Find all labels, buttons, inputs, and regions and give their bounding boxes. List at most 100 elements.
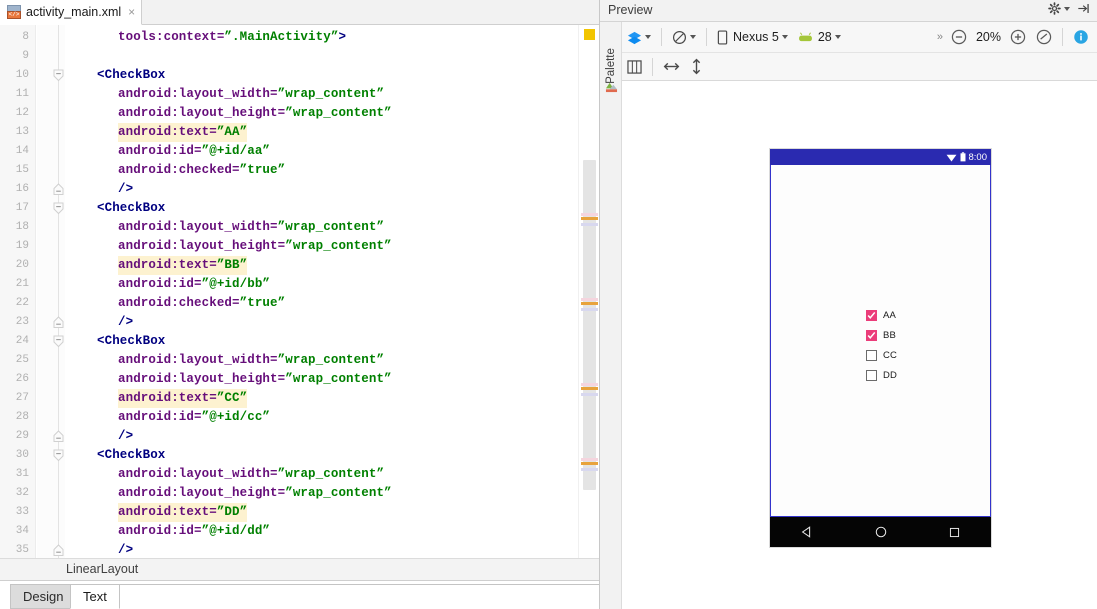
- line-number: 27: [15, 392, 29, 404]
- marker-stripe-highlight: [581, 298, 598, 301]
- code-line[interactable]: android:layout_width=”wrap_content”: [118, 85, 384, 104]
- code-line[interactable]: />: [118, 541, 133, 558]
- zoom-in-button[interactable]: [1005, 25, 1031, 49]
- tab-design[interactable]: Design: [10, 584, 77, 609]
- fit-width-icon[interactable]: [658, 55, 685, 79]
- zoom-to-fit-button[interactable]: [1031, 25, 1057, 49]
- line-number: 26: [15, 373, 29, 385]
- line-number: 15: [15, 164, 29, 176]
- code-line[interactable]: />: [118, 427, 133, 446]
- breadcrumb-bar: LinearLayout: [0, 558, 599, 581]
- chevron-down-icon: [834, 35, 841, 39]
- code-line[interactable]: android:layout_height=”wrap_content”: [118, 104, 392, 123]
- info-icon[interactable]: [1068, 25, 1097, 49]
- recents-square-icon[interactable]: [948, 526, 961, 539]
- checkbox-row[interactable]: DD: [866, 365, 897, 385]
- code-line[interactable]: tools:context=”.MainActivity”>: [118, 28, 346, 47]
- toolbar-overflow-icon[interactable]: »: [934, 31, 946, 43]
- theme-selector-button[interactable]: [622, 25, 656, 49]
- zoom-out-button[interactable]: [946, 25, 972, 49]
- preview-toolbar-secondary: [622, 53, 1097, 81]
- breadcrumb[interactable]: LinearLayout: [66, 562, 138, 576]
- checkbox-row[interactable]: BB: [866, 325, 897, 345]
- code-line[interactable]: android:id=”@+id/bb”: [118, 275, 270, 294]
- checkbox-checked-icon[interactable]: [866, 309, 877, 321]
- code-token: <CheckBox: [97, 448, 166, 462]
- checkbox-unchecked-icon[interactable]: [866, 369, 877, 381]
- fold-collapse-icon[interactable]: [51, 182, 66, 197]
- tab-text-label: Text: [83, 589, 107, 604]
- blueprint-mode-button[interactable]: [622, 55, 647, 79]
- tab-text[interactable]: Text: [70, 584, 120, 609]
- code-line[interactable]: android:text=”BB”: [118, 256, 248, 275]
- device-selector-button[interactable]: Nexus 5: [712, 25, 793, 49]
- code-line[interactable]: android:id=”@+id/dd”: [118, 522, 270, 541]
- code-line[interactable]: android:layout_width=”wrap_content”: [118, 465, 384, 484]
- collapse-panel-icon[interactable]: [1077, 2, 1091, 15]
- close-icon[interactable]: ×: [128, 6, 135, 18]
- code-line[interactable]: android:layout_width=”wrap_content”: [118, 218, 384, 237]
- checkbox-checked-icon[interactable]: [866, 329, 877, 341]
- code-line[interactable]: />: [118, 313, 133, 332]
- checkbox-unchecked-icon[interactable]: [866, 349, 877, 361]
- line-number: 13: [15, 126, 29, 138]
- code-line[interactable]: android:checked=”true”: [118, 161, 285, 180]
- code-token: <CheckBox: [97, 68, 166, 82]
- fold-expand-icon[interactable]: [51, 334, 66, 349]
- code-line[interactable]: android:id=”@+id/cc”: [118, 408, 270, 427]
- editor-tab-bar: </> activity_main.xml ×: [0, 0, 599, 25]
- code-line[interactable]: <CheckBox: [97, 66, 165, 85]
- chevron-down-icon: [690, 35, 696, 39]
- marker-stripe-warning[interactable]: [581, 217, 598, 220]
- marker-stripe-warning[interactable]: [581, 462, 598, 465]
- checkbox-row[interactable]: CC: [866, 345, 897, 365]
- back-triangle-icon[interactable]: [800, 525, 814, 539]
- fold-collapse-icon[interactable]: [51, 543, 66, 558]
- fit-height-icon[interactable]: [685, 55, 708, 79]
- code-line[interactable]: <CheckBox: [97, 199, 165, 218]
- marker-stripe-warning[interactable]: [581, 302, 598, 305]
- code-line[interactable]: android:layout_height=”wrap_content”: [118, 237, 392, 256]
- api-level-selector-button[interactable]: 28: [793, 25, 846, 49]
- code-line[interactable]: android:text=”DD”: [118, 503, 248, 522]
- line-number: 11: [15, 88, 29, 100]
- checkbox-row[interactable]: AA: [866, 305, 897, 325]
- fold-collapse-icon[interactable]: [51, 429, 66, 444]
- fold-expand-icon[interactable]: [51, 68, 66, 83]
- marker-stripe-info: [581, 468, 598, 471]
- device-preview[interactable]: 8:00 AA BB CC DD: [770, 149, 991, 547]
- gear-icon[interactable]: [1048, 2, 1070, 15]
- palette-strip[interactable]: Palette: [600, 22, 622, 609]
- code-token: ”wrap_content”: [285, 486, 392, 500]
- tab-activity-main-xml[interactable]: </> activity_main.xml ×: [0, 0, 143, 25]
- editor-marker-bar[interactable]: [578, 25, 599, 558]
- code-token: android:layout_height=: [118, 239, 286, 253]
- code-line[interactable]: android:layout_height=”wrap_content”: [118, 370, 392, 389]
- code-line[interactable]: <CheckBox: [97, 332, 165, 351]
- fold-expand-icon[interactable]: [51, 201, 66, 216]
- code-line[interactable]: />: [118, 180, 133, 199]
- editor-scrollbar-thumb[interactable]: [583, 160, 596, 490]
- code-editor[interactable]: 8 9 10 11 12 13 14 15 16 17 18 19 20 21 22 23 24 25 26 27 28…: [0, 25, 599, 558]
- preview-canvas[interactable]: 8:00 AA BB CC DD: [622, 81, 1097, 609]
- code-line[interactable]: android:text=”CC”: [118, 389, 248, 408]
- code-line[interactable]: android:layout_height=”wrap_content”: [118, 484, 392, 503]
- checkbox-group: AA BB CC DD: [866, 305, 897, 385]
- code-token: <CheckBox: [97, 334, 166, 348]
- code-line[interactable]: android:layout_width=”wrap_content”: [118, 351, 384, 370]
- code-token: android:id=: [118, 277, 202, 291]
- code-line[interactable]: android:text=”AA”: [118, 123, 248, 142]
- marker-stripe-warning[interactable]: [581, 387, 598, 390]
- home-circle-icon[interactable]: [874, 525, 888, 539]
- line-number: 34: [15, 525, 29, 537]
- fold-collapse-icon[interactable]: [51, 315, 66, 330]
- code-text-area[interactable]: tools:context=”.MainActivity”> <CheckBox a…: [66, 25, 576, 558]
- code-line[interactable]: android:id=”@+id/aa”: [118, 142, 270, 161]
- code-line[interactable]: android:checked=”true”: [118, 294, 285, 313]
- code-line[interactable]: <CheckBox: [97, 446, 165, 465]
- fold-expand-icon[interactable]: [51, 448, 66, 463]
- code-folding-column[interactable]: [37, 25, 65, 558]
- line-number: 25: [15, 354, 29, 366]
- orientation-selector-button[interactable]: [667, 25, 701, 49]
- error-stripe-indicator[interactable]: [584, 29, 595, 40]
